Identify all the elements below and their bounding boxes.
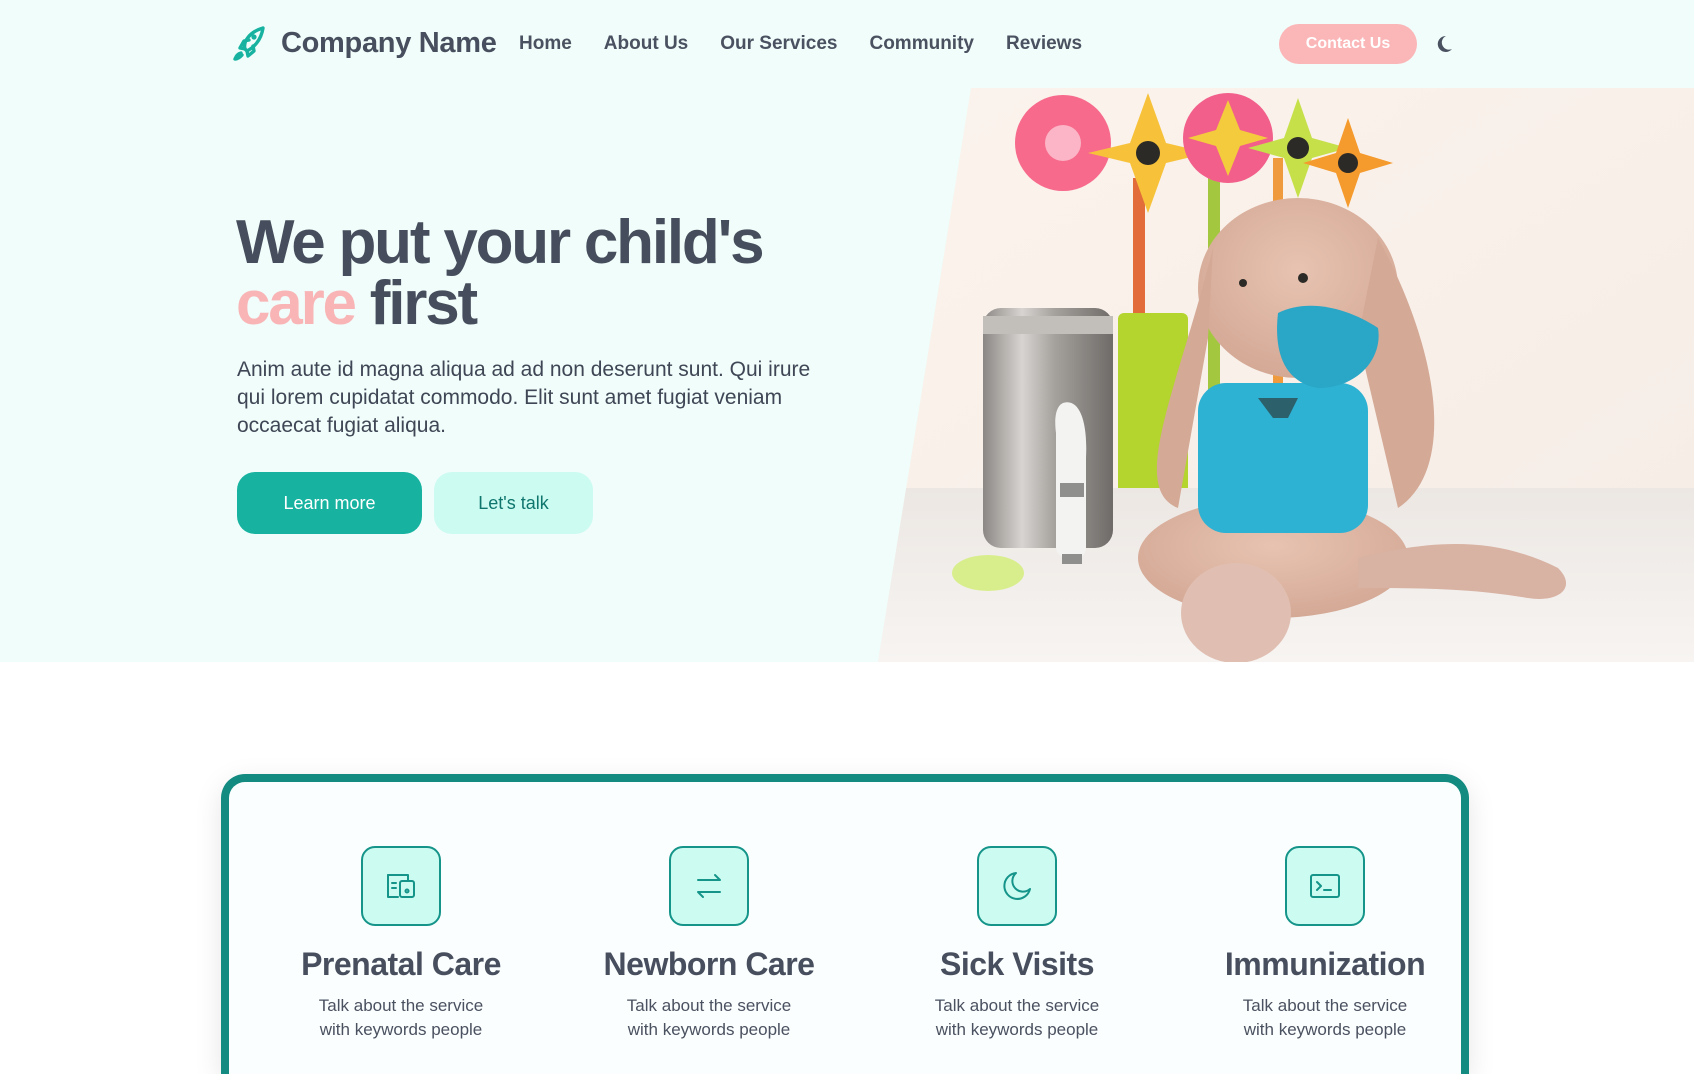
hero-title: We put your child's care first [236,212,856,335]
learn-more-button[interactable]: Learn more [237,472,422,534]
service-title: Immunization [1224,946,1426,982]
service-description: Talk about the service with keywords peo… [626,996,792,1039]
service-description: Talk about the service with keywords peo… [318,996,484,1039]
hero-image [878,88,1694,662]
service-title: Prenatal Care [301,946,501,982]
service-description: Talk about the service with keywords peo… [1242,996,1408,1039]
brand-name: Company Name [281,26,497,59]
hero-title-accent: care [236,269,357,338]
device-icon [361,846,441,926]
logo[interactable]: Company Name [231,24,497,62]
nav-about-us[interactable]: About Us [604,33,688,55]
service-title: Sick Visits [939,946,1095,982]
rocket-icon [233,26,265,61]
hero-title-rest: first [354,269,478,338]
hero-title-line1: We put your child's [236,208,765,277]
hero-description: Anim aute id magna aliqua ad ad non dese… [237,358,811,437]
nav-community[interactable]: Community [869,33,974,55]
main-nav: Home About Us Our Services Community Rev… [519,33,1114,55]
services-card: Prenatal Care Talk about the service wit… [221,774,1469,1074]
terminal-icon [1285,846,1365,926]
contact-us-button[interactable]: Contact Us [1279,24,1417,64]
service-description: Talk about the service with keywords peo… [934,996,1100,1039]
service-title: Newborn Care [603,946,815,982]
nav-home[interactable]: Home [519,33,572,55]
nav-our-services[interactable]: Our Services [720,33,837,55]
moon-icon [977,846,1057,926]
lets-talk-button[interactable]: Let's talk [434,472,593,534]
arrows-swap-icon [669,846,749,926]
nav-reviews[interactable]: Reviews [1006,33,1082,55]
site-header: Company Name Home About Us Our Services … [0,0,1694,88]
moon-icon[interactable] [1433,33,1455,55]
